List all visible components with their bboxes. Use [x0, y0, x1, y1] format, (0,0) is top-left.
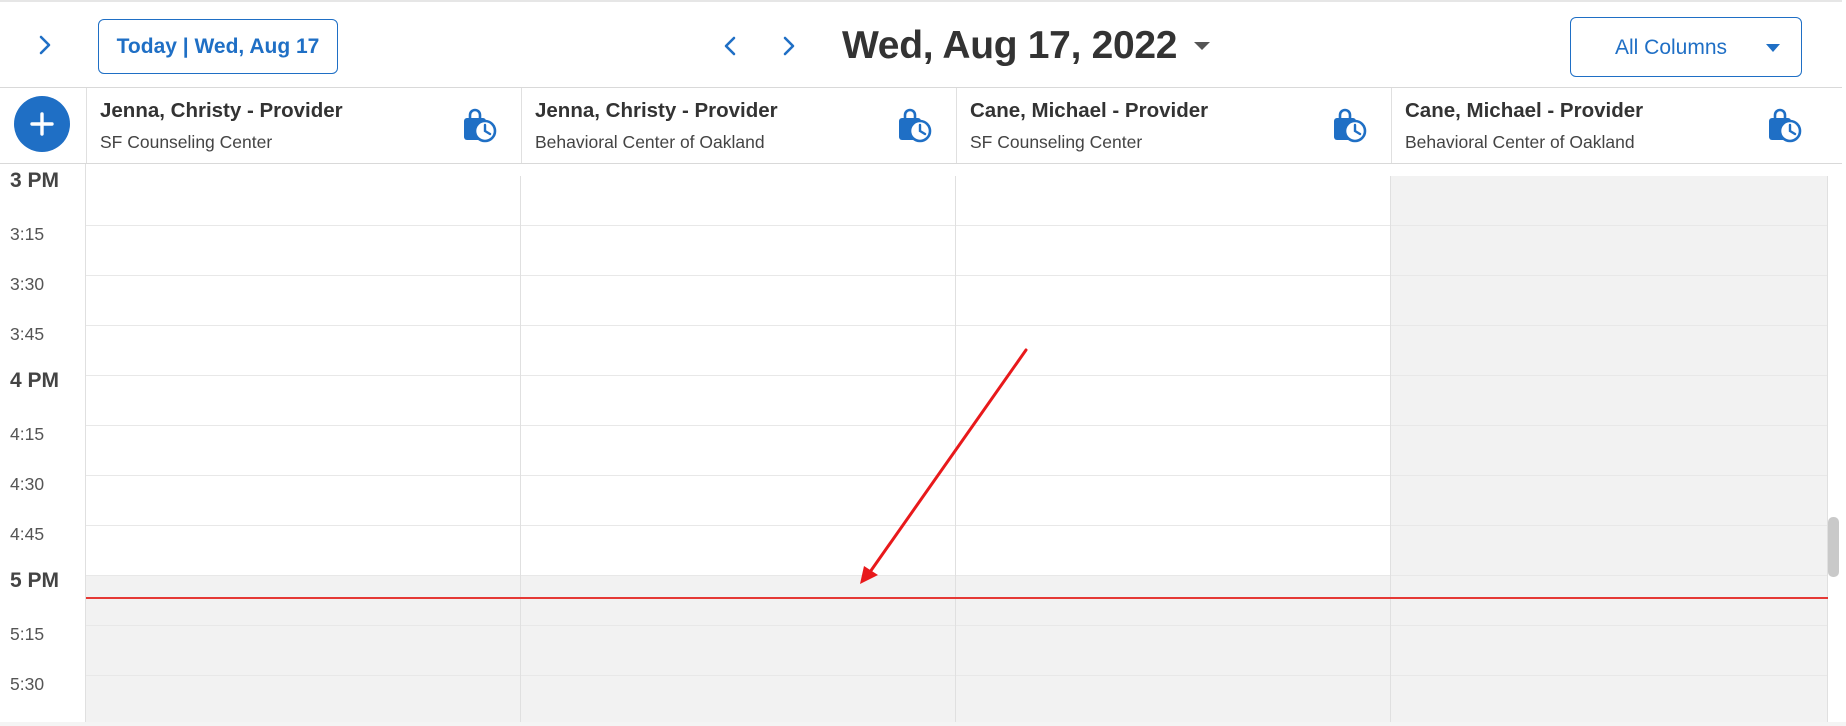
schedule-grid: 3 PM 3:15 3:30 3:45 4 PM 4:15 4:30 4:45 5 PM 5:15… [0, 164, 1842, 722]
time-slot[interactable] [521, 276, 955, 326]
unavailable-time-slot[interactable] [1391, 426, 1827, 476]
time-slot[interactable] [86, 326, 520, 376]
quarter-hour-label: 3:30 [10, 274, 45, 294]
time-slot[interactable] [86, 276, 520, 326]
time-slot[interactable] [86, 376, 520, 426]
unavailable-time-slot[interactable] [956, 676, 1390, 722]
quarter-hour-label: 3:45 [10, 324, 45, 344]
unavailable-time-slot[interactable] [1391, 626, 1827, 676]
provider-name: Cane, Michael - Provider [1405, 99, 1644, 122]
time-slot[interactable] [86, 476, 520, 526]
date-picker-toggle[interactable]: Wed, Aug 17, 2022 [842, 18, 1211, 74]
unavailable-time-slot[interactable] [956, 626, 1390, 676]
next-day-button[interactable] [771, 28, 807, 64]
time-slot[interactable] [521, 426, 955, 476]
unavailable-time-slot[interactable] [1391, 376, 1827, 426]
quarter-hour-label: 4:15 [10, 424, 45, 444]
columns-filter-dropdown[interactable]: All Columns [1570, 17, 1802, 77]
expand-sidebar-button[interactable] [28, 28, 62, 62]
provider-location: SF Counseling Center [970, 132, 1143, 152]
unavailable-time-slot[interactable] [86, 576, 520, 626]
chevron-right-icon [39, 35, 51, 55]
current-date-title: Wed, Aug 17, 2022 [842, 24, 1178, 67]
unavailable-time-slot[interactable] [521, 626, 955, 676]
bottom-edge [0, 722, 1846, 726]
caret-down-icon [1194, 42, 1211, 50]
time-slot[interactable] [521, 376, 955, 426]
time-slot[interactable] [956, 426, 1390, 476]
provider-schedule-column [86, 176, 521, 722]
unavailable-time-slot[interactable] [86, 676, 520, 722]
unavailable-time-slot[interactable] [1391, 476, 1827, 526]
schedule-availability-icon[interactable] [1765, 106, 1803, 144]
provider-name: Jenna, Christy - Provider [535, 99, 778, 122]
chevron-left-icon [724, 36, 736, 56]
unavailable-time-slot[interactable] [521, 576, 955, 626]
hour-label: 5 PM [10, 569, 60, 592]
quarter-hour-label: 4:45 [10, 524, 45, 544]
quarter-hour-label: 4:30 [10, 474, 45, 494]
hour-label: 4 PM [10, 369, 60, 392]
calendar-toolbar: Today | Wed, Aug 17 Wed, Aug 17, 2022 Al… [0, 0, 1842, 88]
add-appointment-button[interactable] [14, 96, 70, 152]
today-button[interactable]: Today | Wed, Aug 17 [98, 19, 338, 74]
quarter-hour-label: 3:15 [10, 224, 45, 244]
vertical-scrollbar-thumb[interactable] [1828, 517, 1839, 577]
plus-icon [30, 112, 54, 136]
provider-header-row: Jenna, Christy - Provider SF Counseling … [0, 88, 1842, 164]
previous-day-button[interactable] [712, 28, 748, 64]
time-slot[interactable] [956, 476, 1390, 526]
unavailable-time-slot[interactable] [1391, 176, 1827, 226]
provider-name: Cane, Michael - Provider [970, 99, 1209, 122]
time-slot[interactable] [86, 426, 520, 476]
unavailable-time-slot[interactable] [86, 626, 520, 676]
provider-column-header: Cane, Michael - Provider Behavioral Cent… [1391, 88, 1825, 163]
schedule-availability-icon[interactable] [895, 106, 933, 144]
time-slot[interactable] [86, 176, 520, 226]
columns-filter-label: All Columns [1615, 36, 1728, 59]
time-slot[interactable] [956, 376, 1390, 426]
time-slot[interactable] [86, 526, 520, 576]
unavailable-time-slot[interactable] [1391, 576, 1827, 626]
provider-location: Behavioral Center of Oakland [535, 132, 765, 152]
schedule-availability-icon[interactable] [460, 106, 498, 144]
provider-column-header: Jenna, Christy - Provider SF Counseling … [86, 88, 520, 163]
today-button-label: Today | Wed, Aug 17 [116, 34, 320, 58]
hour-label: 3 PM [10, 169, 60, 192]
unavailable-time-slot[interactable] [956, 576, 1390, 626]
unavailable-time-slot[interactable] [521, 676, 955, 722]
time-slot[interactable] [956, 526, 1390, 576]
time-slot[interactable] [956, 226, 1390, 276]
time-slot[interactable] [86, 226, 520, 276]
provider-schedule-column [521, 176, 956, 722]
unavailable-time-slot[interactable] [1391, 326, 1827, 376]
time-slot[interactable] [521, 226, 955, 276]
chevron-right-icon [783, 36, 795, 56]
unavailable-time-slot[interactable] [1391, 226, 1827, 276]
provider-name: Jenna, Christy - Provider [100, 99, 343, 122]
caret-down-icon [1766, 44, 1780, 52]
time-slot[interactable] [956, 176, 1390, 226]
time-slot[interactable] [956, 276, 1390, 326]
unavailable-time-slot[interactable] [1391, 526, 1827, 576]
time-slot[interactable] [956, 326, 1390, 376]
time-axis: 3 PM 3:15 3:30 3:45 4 PM 4:15 4:30 4:45 5 PM 5:15… [0, 164, 86, 722]
provider-column-header: Cane, Michael - Provider SF Counseling C… [956, 88, 1390, 163]
provider-location: SF Counseling Center [100, 132, 273, 152]
quarter-hour-label: 5:15 [10, 624, 45, 644]
provider-location: Behavioral Center of Oakland [1405, 132, 1635, 152]
time-slot[interactable] [521, 326, 955, 376]
time-slot[interactable] [521, 176, 955, 226]
quarter-hour-label: 5:30 [10, 674, 45, 694]
provider-column-header: Jenna, Christy - Provider Behavioral Cen… [521, 88, 955, 163]
provider-schedule-column [1391, 176, 1828, 722]
unavailable-time-slot[interactable] [1391, 276, 1827, 326]
time-slot[interactable] [521, 476, 955, 526]
provider-schedule-column [956, 176, 1391, 722]
time-slot[interactable] [521, 526, 955, 576]
unavailable-time-slot[interactable] [1391, 676, 1827, 722]
schedule-availability-icon[interactable] [1330, 106, 1368, 144]
current-time-indicator [86, 597, 1828, 599]
